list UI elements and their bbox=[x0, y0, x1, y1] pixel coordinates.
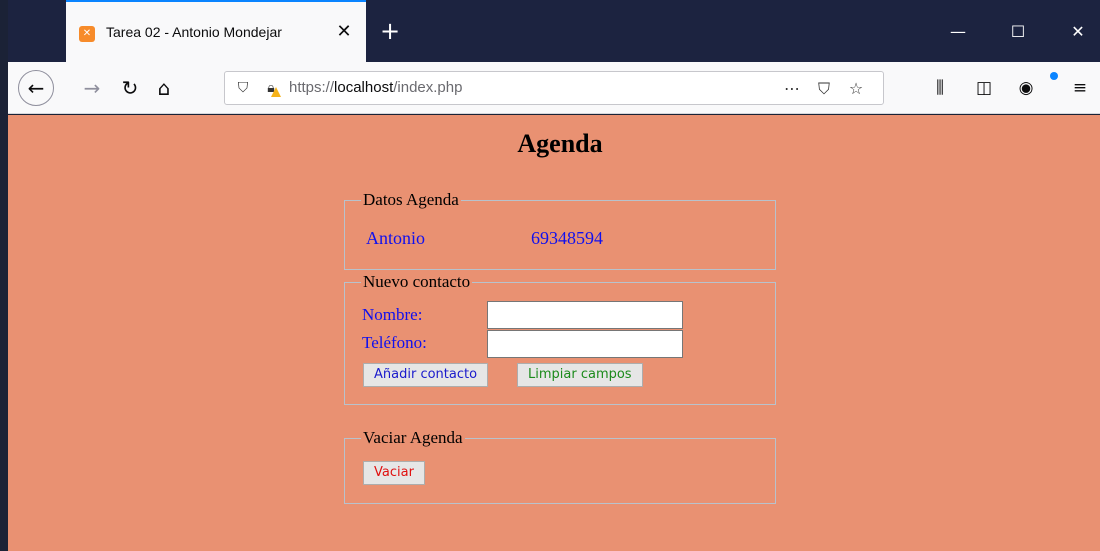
datos-agenda-legend: Datos Agenda bbox=[361, 190, 461, 209]
nombre-input[interactable] bbox=[487, 301, 683, 329]
tracking-shield-icon[interactable]: ⛉ bbox=[233, 78, 253, 98]
close-window-icon[interactable]: ✕ bbox=[1063, 20, 1093, 44]
telefono-input[interactable] bbox=[487, 330, 683, 358]
browser-tab[interactable]: ✕ Tarea 02 - Antonio Mondejar ✕ bbox=[66, 0, 366, 62]
nuevo-contacto-section: Nuevo contacto Nombre: Teléfono: Añadir … bbox=[344, 273, 776, 405]
empty-agenda-button[interactable]: Vaciar bbox=[363, 461, 425, 485]
minimize-icon[interactable]: — bbox=[943, 20, 973, 44]
page-content: Agenda Datos Agenda Antonio 69348594 Nue… bbox=[8, 115, 1100, 551]
page-title: Agenda bbox=[517, 129, 603, 158]
library-icon[interactable]: ⫼ bbox=[926, 74, 954, 102]
contact-name: Antonio bbox=[366, 228, 426, 248]
account-notification-dot bbox=[1050, 72, 1058, 80]
datos-agenda-section: Datos Agenda Antonio 69348594 bbox=[344, 191, 776, 270]
home-icon[interactable]: ⌂ bbox=[148, 72, 180, 104]
account-icon[interactable]: ◉ bbox=[1012, 74, 1040, 102]
title-bar: ✕ Tarea 02 - Antonio Mondejar ✕ + — ☐ ✕ bbox=[8, 0, 1100, 62]
tab-title: Tarea 02 - Antonio Mondejar bbox=[106, 24, 282, 40]
url-text[interactable]: https://localhost/index.php bbox=[289, 79, 462, 96]
telefono-label: Teléfono: bbox=[362, 333, 427, 352]
page-actions-icon[interactable]: ⋯ bbox=[779, 76, 805, 102]
vaciar-agenda-legend: Vaciar Agenda bbox=[361, 428, 465, 447]
nuevo-contacto-legend: Nuevo contacto bbox=[361, 272, 473, 291]
maximize-icon[interactable]: ☐ bbox=[1003, 20, 1033, 44]
contact-phone: 69348594 bbox=[531, 228, 603, 248]
bookmark-star-icon[interactable]: ☆ bbox=[843, 76, 869, 102]
sidebar-icon[interactable]: ◫ bbox=[970, 74, 998, 102]
browser-window: ✕ Tarea 02 - Antonio Mondejar ✕ + — ☐ ✕ … bbox=[8, 0, 1100, 551]
close-tab-icon[interactable]: ✕ bbox=[332, 20, 356, 44]
xampp-icon: ✕ bbox=[79, 26, 95, 42]
back-arrow-icon[interactable]: ← bbox=[18, 70, 54, 106]
menu-icon[interactable]: ≡ bbox=[1066, 74, 1094, 102]
navigation-bar: ← → ↻ ⌂ ⛉ 🔒︎ https://localhost/index.php… bbox=[8, 62, 1100, 114]
url-bar[interactable]: ⛉ 🔒︎ https://localhost/index.php ⋯ ⛉ ☆ bbox=[224, 71, 884, 105]
pocket-icon[interactable]: ⛉ bbox=[811, 76, 837, 102]
forward-arrow-icon[interactable]: → bbox=[76, 72, 108, 104]
add-contact-button[interactable]: Añadir contacto bbox=[363, 363, 489, 387]
new-tab-icon[interactable]: + bbox=[376, 18, 404, 46]
reload-icon[interactable]: ↻ bbox=[114, 72, 146, 104]
nombre-label: Nombre: bbox=[362, 305, 423, 324]
clear-fields-button[interactable]: Limpiar campos bbox=[517, 363, 643, 387]
vaciar-agenda-section: Vaciar Agenda Vaciar bbox=[344, 429, 776, 504]
